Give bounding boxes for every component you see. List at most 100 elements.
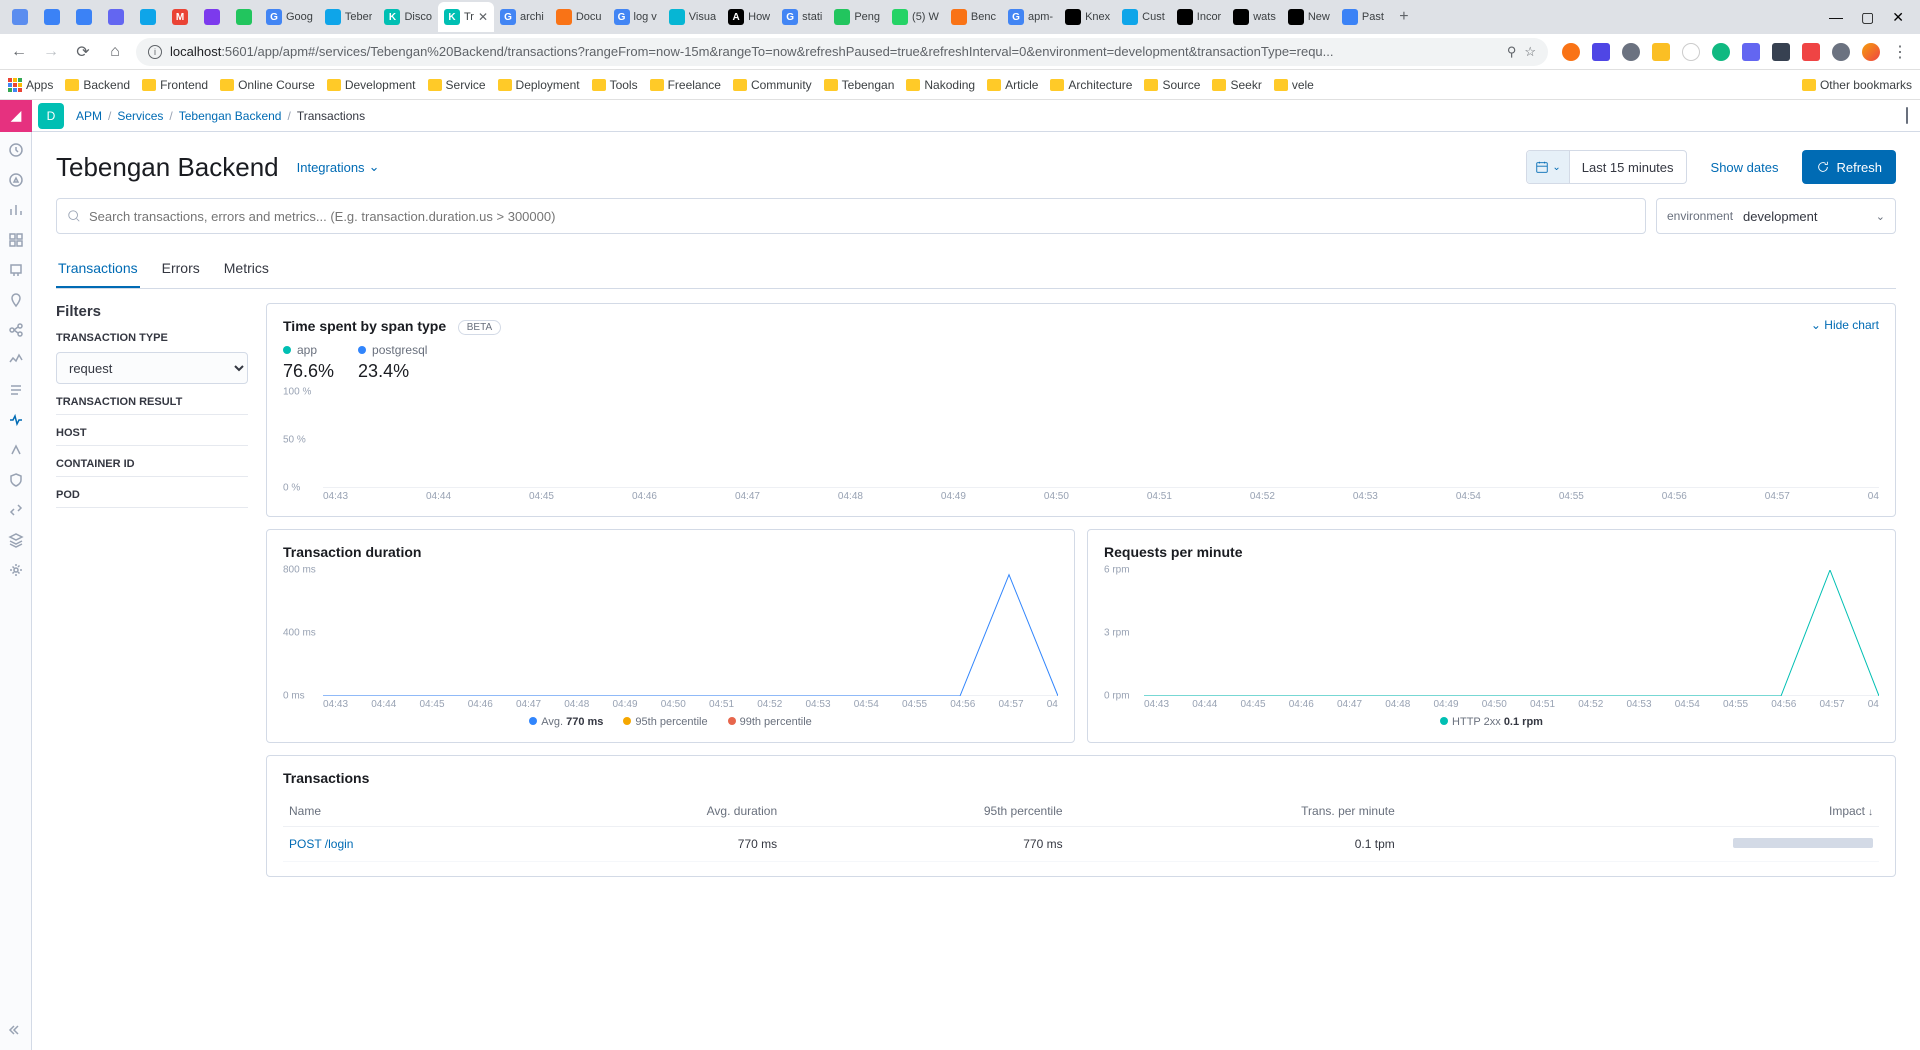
nav-ml-icon[interactable]: [8, 322, 24, 338]
browser-tab[interactable]: Glog v: [608, 2, 663, 32]
col-p95[interactable]: 95th percentile: [783, 796, 1068, 827]
tab-errors[interactable]: Errors: [160, 250, 202, 288]
site-info-icon[interactable]: i: [148, 45, 162, 59]
bookmark-folder[interactable]: Online Course: [220, 78, 315, 92]
browser-tab[interactable]: [68, 2, 100, 32]
bookmark-folder[interactable]: Tebengan: [824, 78, 895, 92]
nav-stack-icon[interactable]: [8, 532, 24, 548]
nav-metrics-icon[interactable]: [8, 352, 24, 368]
nav-dashboard-icon[interactable]: [8, 232, 24, 248]
browser-tab[interactable]: [36, 2, 68, 32]
window-close[interactable]: ✕: [1892, 9, 1904, 26]
avatar-icon[interactable]: [1862, 43, 1880, 61]
browser-tab[interactable]: Garchi: [494, 2, 550, 32]
omnibox[interactable]: i localhost:5601/app/apm#/services/Teben…: [136, 38, 1548, 66]
bookmark-folder[interactable]: Development: [327, 78, 416, 92]
browser-tab[interactable]: AHow: [722, 2, 776, 32]
apps-button[interactable]: Apps: [8, 78, 53, 92]
ext-icon[interactable]: [1712, 43, 1730, 61]
browser-tab[interactable]: Gstati: [776, 2, 828, 32]
bookmark-folder[interactable]: Source: [1144, 78, 1200, 92]
filter-label-txresult[interactable]: TRANSACTION RESULT: [56, 396, 248, 415]
bookmark-folder[interactable]: Tools: [592, 78, 638, 92]
filter-label-pod[interactable]: POD: [56, 489, 248, 508]
browser-tab[interactable]: KDisco: [378, 2, 438, 32]
bookmark-folder[interactable]: Freelance: [650, 78, 721, 92]
browser-tab[interactable]: KTr✕: [438, 2, 494, 32]
integrations-dropdown[interactable]: Integrations ⌄: [297, 159, 380, 175]
omnibox-star-icon[interactable]: ☆: [1524, 44, 1536, 60]
browser-tab[interactable]: [132, 2, 164, 32]
filter-label-container[interactable]: CONTAINER ID: [56, 458, 248, 477]
bookmark-folder[interactable]: Community: [733, 78, 812, 92]
nav-logs-icon[interactable]: [8, 382, 24, 398]
col-avg[interactable]: Avg. duration: [524, 796, 784, 827]
bookmark-folder[interactable]: Article: [987, 78, 1038, 92]
breadcrumb-service[interactable]: Tebengan Backend: [179, 109, 282, 123]
bookmark-folder[interactable]: vele: [1274, 78, 1314, 92]
bookmark-folder[interactable]: Architecture: [1050, 78, 1132, 92]
window-maximize[interactable]: ▢: [1861, 9, 1874, 26]
ext-icon[interactable]: [1832, 43, 1850, 61]
browser-tab[interactable]: Docu: [550, 2, 608, 32]
search-input[interactable]: [89, 209, 1635, 224]
bookmark-folder[interactable]: Backend: [65, 78, 130, 92]
omnibox-search-icon[interactable]: ⚲: [1507, 44, 1517, 60]
browser-tab[interactable]: Teber: [319, 2, 379, 32]
col-impact[interactable]: Impact↓: [1401, 796, 1879, 827]
nav-collapse-icon[interactable]: [8, 1022, 24, 1038]
browser-tab[interactable]: Gapm-: [1002, 2, 1059, 32]
fullscreen-icon[interactable]: [1906, 107, 1908, 124]
nav-visualize-icon[interactable]: [8, 202, 24, 218]
reload-button[interactable]: ⟳: [72, 42, 94, 62]
browser-tab[interactable]: Cust: [1116, 2, 1171, 32]
ext-icon[interactable]: [1742, 43, 1760, 61]
date-picker[interactable]: ⌄ Last 15 minutes: [1526, 150, 1686, 184]
browser-tab[interactable]: Benc: [945, 2, 1002, 32]
browser-tab[interactable]: Peng: [828, 2, 886, 32]
home-button[interactable]: ⌂: [104, 43, 126, 61]
nav-siem-icon[interactable]: [8, 472, 24, 488]
show-dates-link[interactable]: Show dates: [1697, 160, 1793, 175]
nav-devtools-icon[interactable]: [8, 502, 24, 518]
forward-button[interactable]: →: [40, 43, 62, 61]
ext-icon[interactable]: [1622, 43, 1640, 61]
refresh-button[interactable]: Refresh: [1802, 150, 1896, 184]
bookmark-folder[interactable]: Deployment: [498, 78, 580, 92]
browser-tab[interactable]: [228, 2, 260, 32]
nav-discover-icon[interactable]: [8, 172, 24, 188]
nav-apm-icon[interactable]: [8, 412, 24, 428]
ext-icon[interactable]: [1772, 43, 1790, 61]
bookmark-folder[interactable]: Frontend: [142, 78, 208, 92]
browser-tab[interactable]: [4, 2, 36, 32]
calendar-icon[interactable]: ⌄: [1527, 151, 1569, 183]
browser-tab[interactable]: wats: [1227, 2, 1282, 32]
ext-icon[interactable]: [1592, 43, 1610, 61]
browser-tab[interactable]: M: [164, 2, 196, 32]
browser-tab[interactable]: Incor: [1171, 2, 1227, 32]
nav-management-icon[interactable]: [8, 562, 24, 578]
nav-maps-icon[interactable]: [8, 292, 24, 308]
kibana-logo-icon[interactable]: ◢: [0, 100, 32, 132]
tab-transactions[interactable]: Transactions: [56, 250, 140, 288]
ext-icon[interactable]: [1682, 43, 1700, 61]
bookmark-folder[interactable]: Seekr: [1212, 78, 1261, 92]
ext-icon[interactable]: [1652, 43, 1670, 61]
breadcrumb-services[interactable]: Services: [117, 109, 163, 123]
space-selector[interactable]: D: [38, 103, 64, 129]
col-tpm[interactable]: Trans. per minute: [1069, 796, 1401, 827]
bookmark-folder[interactable]: Service: [428, 78, 486, 92]
breadcrumb-apm[interactable]: APM: [76, 109, 102, 123]
browser-tab[interactable]: New: [1282, 2, 1336, 32]
table-row[interactable]: POST /login770 ms770 ms0.1 tpm: [283, 827, 1879, 862]
browser-tab[interactable]: (5) W: [886, 2, 945, 32]
ext-icon[interactable]: [1802, 43, 1820, 61]
browser-tab[interactable]: GGoog: [260, 2, 319, 32]
ext-icon[interactable]: [1562, 43, 1580, 61]
transaction-type-select[interactable]: request: [56, 352, 248, 384]
nav-recent-icon[interactable]: [8, 142, 24, 158]
nav-uptime-icon[interactable]: [8, 442, 24, 458]
browser-tab[interactable]: Visua: [663, 2, 722, 32]
new-tab-button[interactable]: +: [1390, 8, 1418, 26]
browser-tab[interactable]: [100, 2, 132, 32]
